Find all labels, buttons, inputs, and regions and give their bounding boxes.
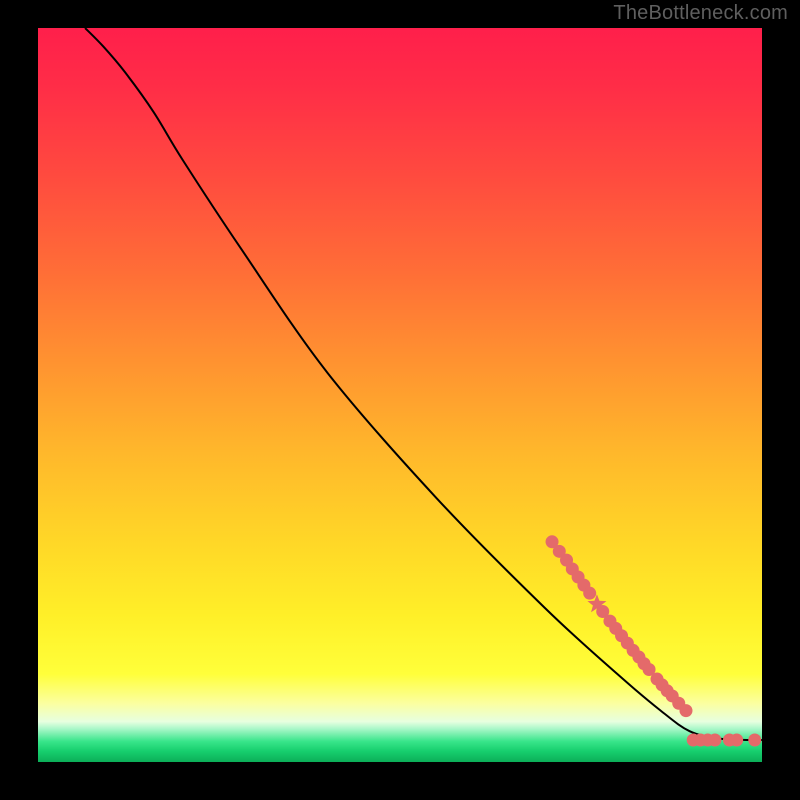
chart-svg — [38, 28, 762, 762]
chart-container: TheBottleneck.com — [0, 0, 800, 800]
scatter-point — [583, 587, 596, 600]
scatter-point — [730, 733, 743, 746]
scatter-point — [748, 733, 761, 746]
gradient-background — [38, 28, 762, 762]
plot-area — [38, 28, 762, 762]
scatter-point — [708, 733, 721, 746]
watermark-text: TheBottleneck.com — [613, 2, 788, 25]
scatter-point — [679, 704, 692, 717]
